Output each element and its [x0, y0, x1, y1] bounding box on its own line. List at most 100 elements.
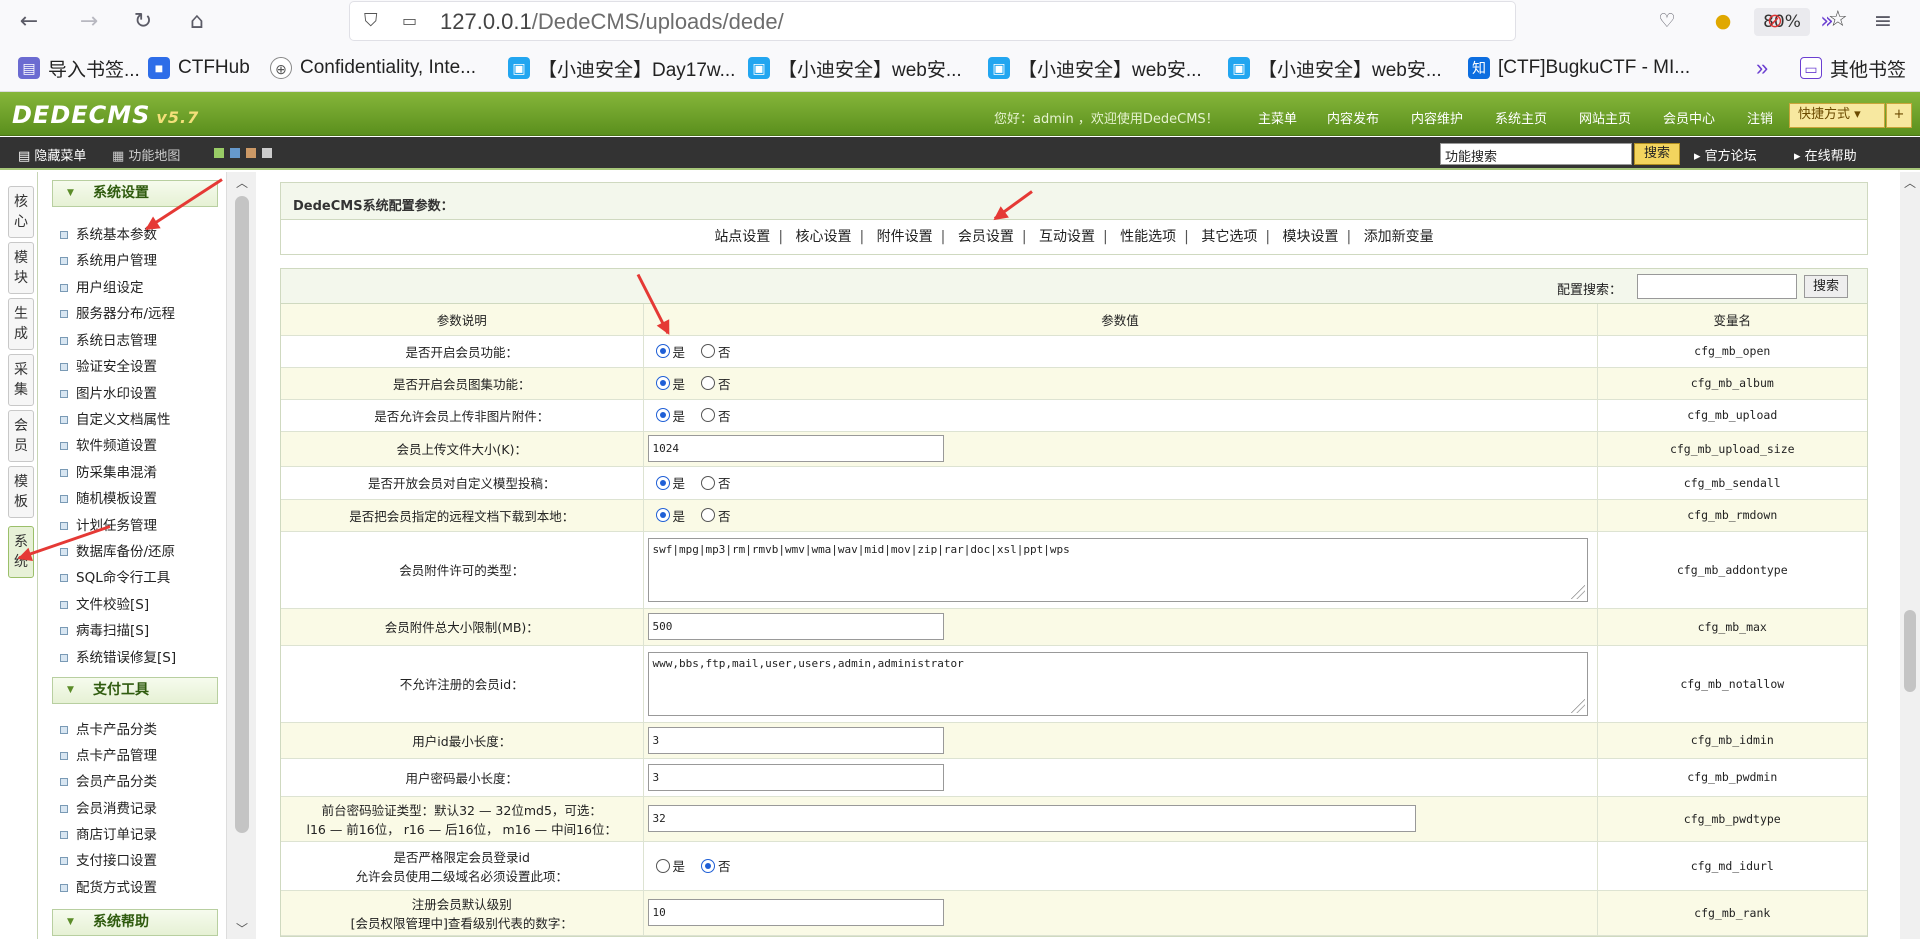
- scroll-up-icon[interactable]: ︿: [1904, 174, 1916, 191]
- radio-yes[interactable]: [655, 408, 670, 422]
- radio-yes[interactable]: [655, 376, 670, 390]
- menu-item[interactable]: 用户组设定: [60, 276, 144, 296]
- more-tools-icon[interactable]: »: [1810, 4, 1844, 38]
- menu-item[interactable]: 自定义文档属性: [60, 408, 171, 428]
- nav-system-home[interactable]: 系统主页: [1495, 108, 1547, 127]
- tab-core[interactable]: 核心: [8, 186, 34, 238]
- tab-module-settings[interactable]: 模块设置: [1283, 229, 1339, 245]
- scroll-thumb[interactable]: [235, 196, 249, 833]
- menu-item[interactable]: 会员产品分类: [60, 770, 157, 790]
- back-icon[interactable]: ←: [12, 4, 46, 38]
- function-map-button[interactable]: ▦ 功能地图: [112, 145, 180, 164]
- tab-performance[interactable]: 性能选项: [1120, 229, 1176, 245]
- tab-site-settings[interactable]: 站点设置: [714, 229, 770, 245]
- menu-item[interactable]: 配货方式设置: [60, 876, 157, 896]
- menu-item[interactable]: 系统日志管理: [60, 329, 157, 349]
- function-search-button[interactable]: 搜索: [1634, 143, 1680, 165]
- bookmark-item[interactable]: ▤ 导入书签...: [18, 56, 140, 81]
- radio-no[interactable]: [701, 408, 716, 422]
- quick-menu-button[interactable]: 快捷方式 ▾: [1789, 103, 1885, 128]
- side-menu-scrollbar[interactable]: ︿ ﹀: [226, 172, 256, 939]
- radio-yes[interactable]: [655, 508, 670, 522]
- nav-logout[interactable]: 注销: [1747, 108, 1773, 127]
- menu-item[interactable]: 防采集串混淆: [60, 461, 157, 481]
- url-bar[interactable]: ⛉ ▭ 127.0.0.1/DedeCMS/uploads/dede/ 80% …: [350, 2, 1848, 40]
- tab-generate[interactable]: 生成: [8, 298, 34, 350]
- skin-blue-icon[interactable]: [230, 148, 240, 158]
- help-link[interactable]: ▸ 在线帮助: [1794, 145, 1857, 164]
- radio-no[interactable]: [701, 508, 716, 522]
- skin-brown-icon[interactable]: [246, 148, 256, 158]
- text-input[interactable]: 500: [647, 613, 944, 640]
- text-input[interactable]: 1024: [647, 435, 944, 462]
- tab-collect[interactable]: 采集: [8, 354, 34, 406]
- menu-item[interactable]: 图片水印设置: [60, 382, 157, 402]
- reload-icon[interactable]: ↻: [126, 4, 160, 38]
- menu-icon[interactable]: ≡: [1866, 4, 1900, 38]
- block-icon[interactable]: ⊘: [1758, 4, 1792, 38]
- menu-item[interactable]: SQL命令行工具: [60, 566, 170, 586]
- pocket-icon[interactable]: ♡: [1650, 4, 1684, 38]
- menu-item[interactable]: 验证安全设置: [60, 355, 157, 375]
- forum-link[interactable]: ▸ 官方论坛: [1694, 145, 1757, 164]
- extension-icon[interactable]: ●: [1706, 4, 1740, 38]
- menu-item[interactable]: 支付接口设置: [60, 849, 157, 869]
- tab-add-variable[interactable]: 添加新变量: [1364, 229, 1434, 245]
- radio-no[interactable]: [701, 858, 716, 873]
- text-input[interactable]: 3: [647, 763, 944, 791]
- menu-item[interactable]: 软件频道设置: [60, 434, 157, 454]
- section-system-settings[interactable]: 系统设置: [52, 180, 218, 207]
- config-search-input[interactable]: [1637, 274, 1797, 299]
- section-system-help[interactable]: 系统帮助: [52, 909, 218, 936]
- bookmark-item[interactable]: ▣ 【小迪安全】Day17w...: [508, 56, 735, 81]
- menu-item[interactable]: 数据库备份/还原: [60, 540, 175, 560]
- menu-item[interactable]: 病毒扫描[S]: [60, 619, 149, 639]
- radio-yes[interactable]: [655, 344, 670, 358]
- tab-attachment-settings[interactable]: 附件设置: [877, 229, 933, 245]
- bookmark-item[interactable]: ▣ 【小迪安全】web安...: [748, 56, 962, 81]
- nav-site-home[interactable]: 网站主页: [1579, 108, 1631, 127]
- menu-item[interactable]: 服务器分布/远程: [60, 302, 175, 322]
- textarea[interactable]: www,bbs,ftp,mail,user,users,admin,admini…: [647, 651, 1588, 716]
- main-scrollbar[interactable]: ︿: [1900, 172, 1920, 939]
- menu-item[interactable]: 计划任务管理: [60, 514, 157, 534]
- nav-publish[interactable]: 内容发布: [1327, 108, 1379, 127]
- tab-other-options[interactable]: 其它选项: [1201, 229, 1257, 245]
- menu-item[interactable]: 系统错误修复[S]: [60, 646, 176, 666]
- menu-item[interactable]: 商店订单记录: [60, 823, 157, 843]
- menu-item[interactable]: 点卡产品管理: [60, 744, 157, 764]
- tab-member-settings[interactable]: 会员设置: [958, 229, 1014, 245]
- scroll-down-icon[interactable]: ﹀: [236, 920, 248, 937]
- skin-green-icon[interactable]: [214, 148, 224, 158]
- menu-item[interactable]: 会员消费记录: [60, 797, 157, 817]
- menu-item[interactable]: 文件校验[S]: [60, 593, 149, 613]
- radio-yes[interactable]: [655, 475, 670, 490]
- text-input[interactable]: 10: [647, 899, 944, 926]
- bookmark-item[interactable]: ■ CTFHub: [148, 56, 250, 80]
- hide-menu-button[interactable]: ▤ 隐藏菜单: [18, 145, 86, 164]
- bookmark-item[interactable]: 知 [CTF]BugkuCTF - MI...: [1468, 56, 1690, 80]
- skin-gray-icon[interactable]: [262, 148, 272, 158]
- home-icon[interactable]: ⌂: [180, 4, 214, 38]
- tab-interaction-settings[interactable]: 互动设置: [1039, 229, 1095, 245]
- forward-icon[interactable]: →: [72, 4, 106, 38]
- bookmark-item[interactable]: ⊕ Confidentiality, Inte...: [270, 56, 476, 80]
- text-input[interactable]: 32: [647, 805, 1416, 832]
- menu-item[interactable]: 系统用户管理: [60, 249, 157, 269]
- config-search-button[interactable]: 搜索: [1804, 275, 1848, 298]
- bookmark-item[interactable]: ▣ 【小迪安全】web安...: [988, 56, 1202, 81]
- section-payment-tools[interactable]: 支付工具: [52, 677, 218, 704]
- tab-core-settings[interactable]: 核心设置: [795, 229, 851, 245]
- tab-member[interactable]: 会员: [8, 410, 34, 462]
- bookmark-item[interactable]: ▣ 【小迪安全】web安...: [1228, 56, 1442, 81]
- radio-no[interactable]: [701, 376, 716, 390]
- nav-maintain[interactable]: 内容维护: [1411, 108, 1463, 127]
- menu-item[interactable]: 点卡产品分类: [60, 718, 157, 738]
- text-input[interactable]: 3: [647, 726, 944, 754]
- function-search-input[interactable]: 功能搜索: [1440, 143, 1632, 165]
- radio-no[interactable]: [701, 475, 716, 490]
- other-bookmarks[interactable]: ▭ 其他书签: [1800, 56, 1906, 81]
- nav-member-center[interactable]: 会员中心: [1663, 108, 1715, 127]
- textarea[interactable]: swf|mpg|mp3|rm|rmvb|wmv|wma|wav|mid|mov|…: [647, 537, 1588, 602]
- radio-no[interactable]: [701, 344, 716, 358]
